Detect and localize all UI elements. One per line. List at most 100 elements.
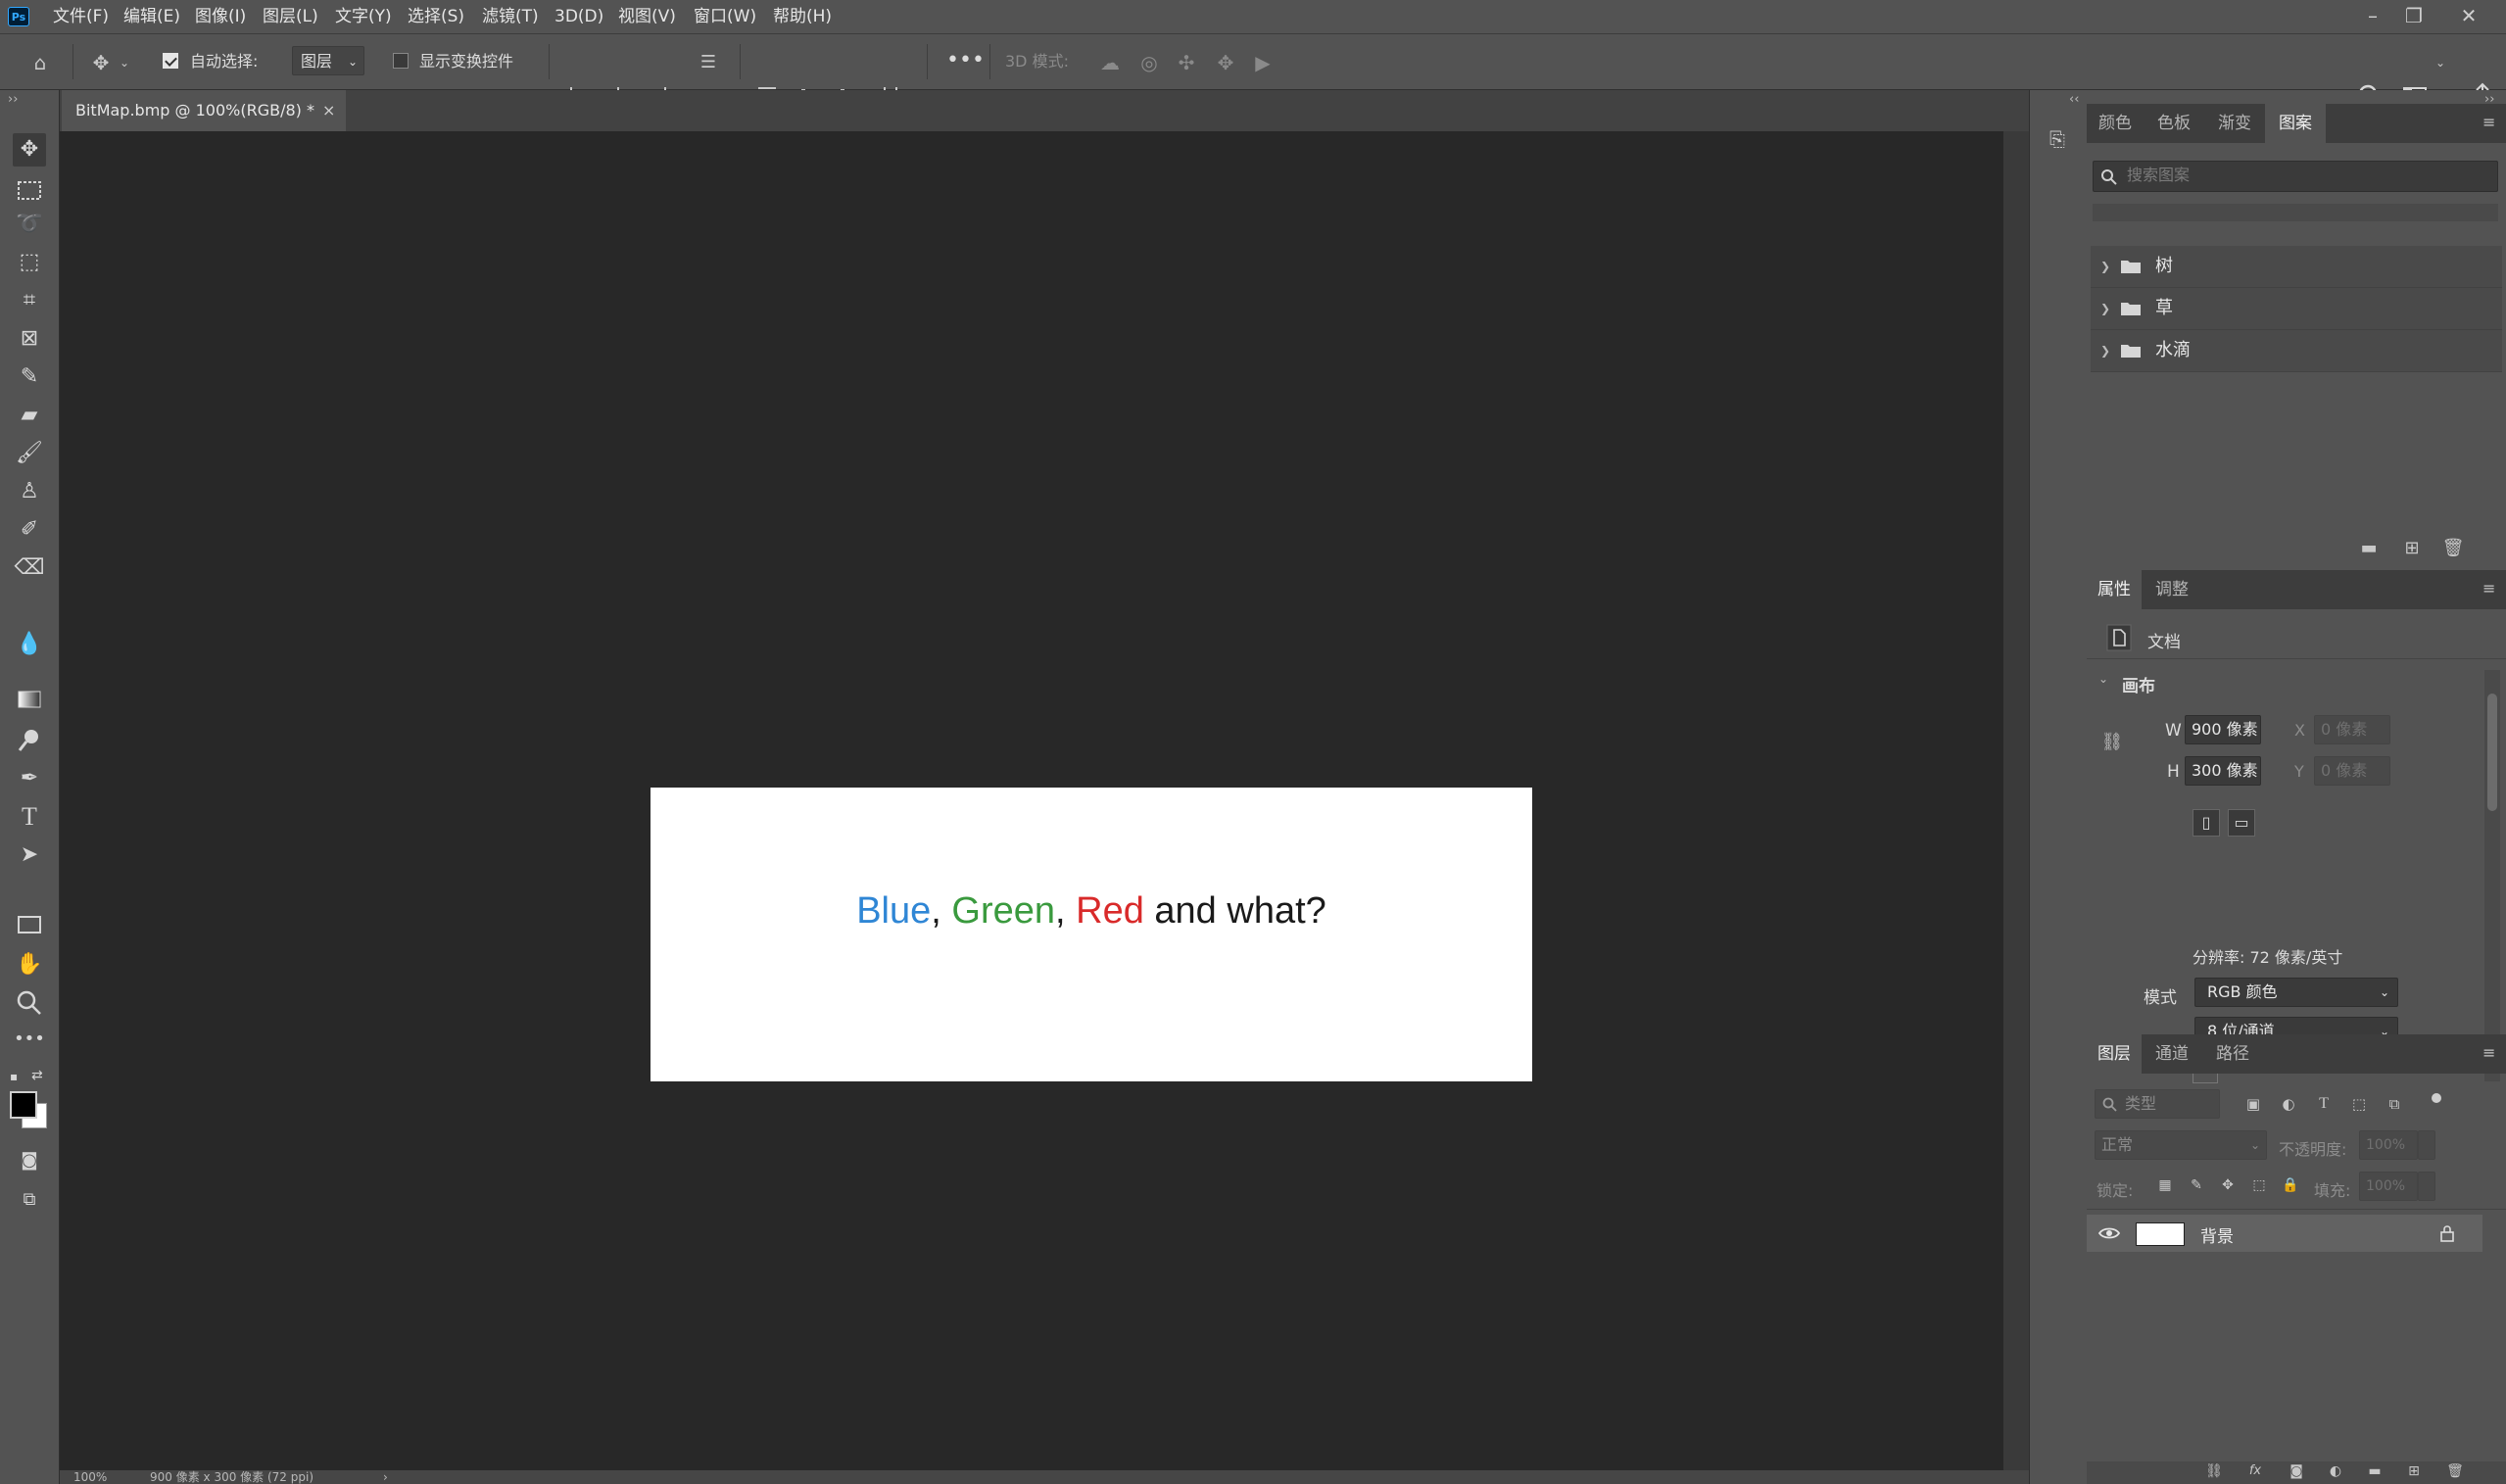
fill-dropdown[interactable] xyxy=(2418,1172,2435,1201)
filter-shape-icon[interactable]: ⬚ xyxy=(2347,1092,2371,1116)
menu-3d[interactable]: 3D(D) xyxy=(554,0,603,33)
tab-swatches[interactable]: 色板 xyxy=(2144,104,2204,143)
filter-smart-object-icon[interactable]: ⧉ xyxy=(2383,1092,2406,1116)
landscape-orientation-icon[interactable]: ▭ xyxy=(2228,809,2255,837)
pattern-group-row[interactable]: ❯ 树 xyxy=(2091,246,2502,288)
lock-icon[interactable] xyxy=(2439,1224,2455,1242)
swap-colors-icon[interactable]: ⇄ xyxy=(31,1068,43,1083)
menu-select[interactable]: 选择(S) xyxy=(408,0,464,33)
tab-patterns[interactable]: 图案 xyxy=(2265,104,2326,143)
home-icon[interactable]: ⌂ xyxy=(25,48,55,77)
x-input[interactable]: 0 像素 xyxy=(2314,715,2390,744)
pattern-size-slider[interactable] xyxy=(2093,204,2498,221)
opacity-input[interactable]: 100% xyxy=(2359,1130,2418,1160)
menu-file[interactable]: 文件(F) xyxy=(53,0,109,33)
tab-close-button[interactable]: × xyxy=(322,90,335,131)
color-mode-select[interactable]: RGB 颜色 ⌄ xyxy=(2194,978,2398,1007)
width-input[interactable]: 900 像素 xyxy=(2185,715,2261,744)
edit-toolbar-icon[interactable]: ••• xyxy=(13,1023,46,1056)
chevron-right-icon[interactable]: ❯ xyxy=(2100,330,2110,371)
adjustment-icon[interactable]: ◐ xyxy=(2324,1460,2347,1483)
eye-icon[interactable] xyxy=(2098,1226,2120,1240)
dodge-tool-icon[interactable] xyxy=(16,727,43,754)
close-button[interactable]: ✕ xyxy=(2449,0,2488,33)
chevron-down-icon[interactable]: ⌄ xyxy=(2098,672,2108,686)
move-tool-icon[interactable]: ✥ xyxy=(86,48,116,77)
3d-slide-icon[interactable]: ✥ xyxy=(1211,48,1240,77)
group-icon[interactable]: ▬ xyxy=(2363,1460,2386,1483)
healing-brush-tool-icon[interactable]: ▰ xyxy=(13,399,46,432)
tab-properties[interactable]: 属性 xyxy=(2087,570,2142,609)
3d-pan-icon[interactable]: ✣ xyxy=(1172,48,1201,77)
delete-icon[interactable]: 🗑 xyxy=(2443,1460,2467,1483)
link-icon[interactable]: ⛓ xyxy=(2202,1460,2226,1483)
y-input[interactable]: 0 像素 xyxy=(2314,756,2390,786)
foreground-color-swatch[interactable] xyxy=(10,1091,37,1119)
mask-icon[interactable]: ◙ xyxy=(2285,1460,2308,1483)
document-tab[interactable]: BitMap.bmp @ 100%(RGB/8) * × xyxy=(62,90,346,131)
pattern-group-row[interactable]: ❯ 草 xyxy=(2091,288,2502,330)
marquee-tool-icon[interactable] xyxy=(16,178,43,204)
new-group-icon[interactable]: ▬ xyxy=(2357,537,2381,560)
chevron-right-icon[interactable]: ❯ xyxy=(2100,288,2110,329)
tab-adjustments[interactable]: 调整 xyxy=(2142,570,2202,609)
pen-tool-icon[interactable]: ✒ xyxy=(13,762,46,795)
lock-pixels-icon[interactable]: ✎ xyxy=(2185,1173,2208,1197)
menu-layer[interactable]: 图层(L) xyxy=(263,0,318,33)
zoom-tool-icon[interactable] xyxy=(16,989,43,1017)
portrait-orientation-icon[interactable]: ▯ xyxy=(2193,809,2220,837)
object-select-tool-icon[interactable]: ⬚ xyxy=(13,246,46,279)
default-colors-icon[interactable]: ▪ xyxy=(10,1070,18,1083)
new-pattern-icon[interactable]: ⊞ xyxy=(2400,537,2424,560)
chevron-down-icon[interactable]: ⌄ xyxy=(2434,48,2447,77)
scroll-thumb[interactable] xyxy=(2487,694,2497,811)
path-select-tool-icon[interactable]: ➤ xyxy=(13,838,46,872)
auto-select-checkbox[interactable] xyxy=(163,53,178,69)
gradient-tool-icon[interactable] xyxy=(16,688,43,711)
auto-select-target-select[interactable]: 图层 ⌄ xyxy=(292,46,364,75)
brush-tool-icon[interactable]: 🖌 xyxy=(13,437,46,470)
status-arrow-icon[interactable]: › xyxy=(383,1470,388,1484)
menu-help[interactable]: 帮助(H) xyxy=(773,0,832,33)
3d-camera-icon[interactable]: ▶ xyxy=(1248,48,1277,77)
more-options-button[interactable]: ••• xyxy=(946,50,985,72)
rectangle-tool-icon[interactable] xyxy=(16,913,43,936)
filter-pixel-icon[interactable]: ▣ xyxy=(2241,1092,2265,1116)
properties-scrollbar[interactable] xyxy=(2484,670,2500,1081)
filter-toggle-icon[interactable] xyxy=(2432,1093,2441,1103)
lock-position-icon[interactable]: ✥ xyxy=(2216,1173,2240,1197)
screen-mode-icon[interactable]: ⧉ xyxy=(13,1183,46,1217)
crop-tool-icon[interactable]: ⌗ xyxy=(13,284,46,317)
filter-type-icon[interactable]: T xyxy=(2312,1092,2336,1116)
delete-icon[interactable]: 🗑 xyxy=(2441,537,2465,560)
blur-tool-icon[interactable]: 💧 xyxy=(13,628,46,661)
menu-type[interactable]: 文字(Y) xyxy=(335,0,392,33)
lock-all-icon[interactable]: 🔒 xyxy=(2279,1173,2302,1197)
menu-edit[interactable]: 编辑(E) xyxy=(123,0,180,33)
show-transform-checkbox[interactable] xyxy=(393,53,409,69)
minimize-button[interactable]: – xyxy=(2353,0,2392,33)
type-tool-icon[interactable]: T xyxy=(13,800,46,834)
lock-transparent-icon[interactable]: ▦ xyxy=(2153,1173,2177,1197)
tab-color[interactable]: 颜色 xyxy=(2087,104,2144,143)
menu-image[interactable]: 图像(I) xyxy=(195,0,246,33)
history-brush-tool-icon[interactable]: ✐ xyxy=(13,513,46,547)
quick-mask-icon[interactable]: ◙ xyxy=(13,1144,46,1177)
fill-input[interactable]: 100% xyxy=(2359,1172,2418,1201)
new-layer-icon[interactable]: ⊞ xyxy=(2402,1460,2426,1483)
link-icon[interactable]: ⛓ xyxy=(2100,731,2124,754)
document-canvas[interactable]: Blue, Green, Red and what? xyxy=(651,788,1532,1081)
collapse-icon[interactable]: ‹‹ xyxy=(2069,92,2079,107)
panel-menu-icon[interactable]: ≡ xyxy=(2482,115,2498,130)
chevron-down-icon[interactable]: ⌄ xyxy=(118,48,131,77)
collapse-icon[interactable]: ›› xyxy=(8,92,18,107)
fx-icon[interactable]: fx xyxy=(2243,1460,2267,1483)
menu-view[interactable]: 视图(V) xyxy=(618,0,676,33)
hand-tool-icon[interactable]: ✋ xyxy=(13,948,46,981)
layer-row[interactable]: 背景 xyxy=(2087,1215,2482,1252)
eyedropper-tool-icon[interactable]: ✎ xyxy=(13,360,46,394)
pattern-search-input[interactable]: 搜索图案 xyxy=(2093,161,2498,192)
3d-orbit-icon[interactable]: ☁ xyxy=(1095,48,1125,77)
restore-button[interactable]: ❐ xyxy=(2394,0,2434,33)
tab-layers[interactable]: 图层 xyxy=(2087,1034,2142,1074)
